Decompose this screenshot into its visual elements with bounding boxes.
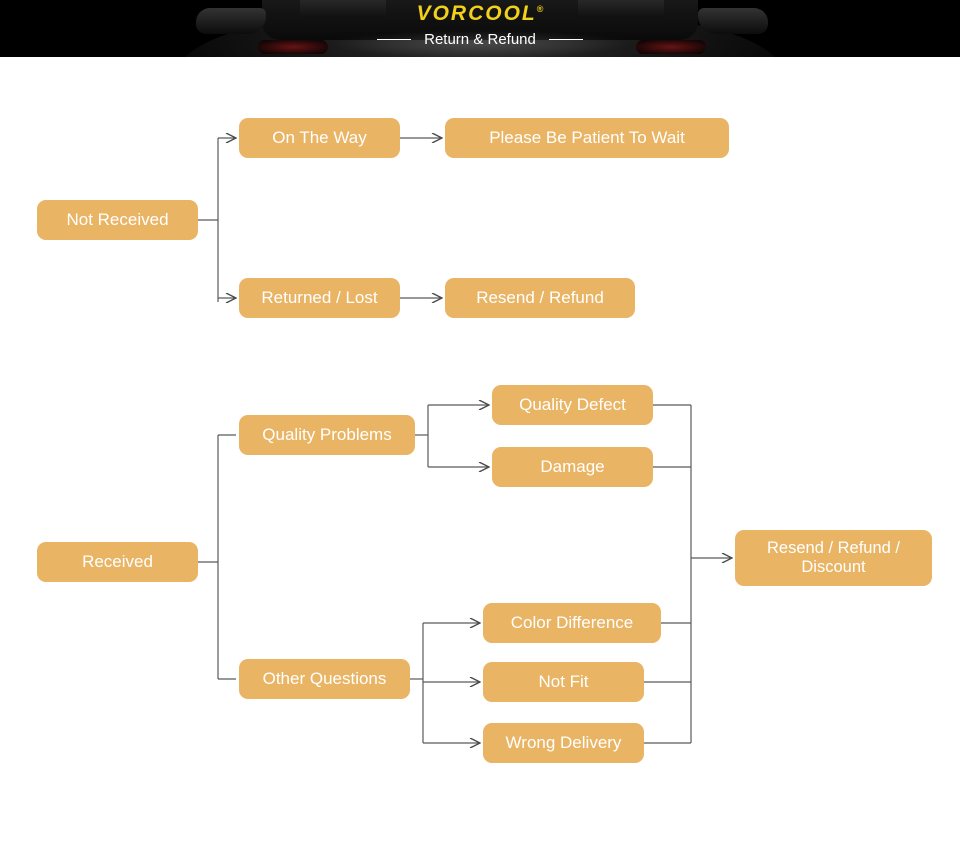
brand-logo-text: VORCOOL [416, 2, 537, 25]
subtitle-rule-left [377, 39, 412, 40]
node-received[interactable]: Received [37, 542, 198, 582]
page-subtitle-group: Return & Refund [0, 31, 960, 48]
node-wrong-delivery[interactable]: Wrong Delivery [483, 723, 644, 763]
node-returned-lost[interactable]: Returned / Lost [239, 278, 400, 318]
node-please-be-patient-to-wait[interactable]: Please Be Patient To Wait [445, 118, 729, 158]
node-quality-problems[interactable]: Quality Problems [239, 415, 415, 455]
node-other-questions[interactable]: Other Questions [239, 659, 410, 699]
page-subtitle: Return & Refund [424, 31, 536, 48]
flowchart-connectors [198, 57, 960, 864]
node-resend-refund-discount[interactable]: Resend / Refund / Discount [735, 530, 932, 586]
subtitle-rule-right [548, 39, 583, 40]
return-refund-page: VORCOOL® Return & Refund Not Received On… [0, 0, 960, 864]
node-color-difference[interactable]: Color Difference [483, 603, 661, 643]
registered-mark-icon: ® [536, 4, 544, 14]
return-refund-flowchart: Not Received On The Way Please Be Patien… [0, 57, 960, 864]
node-quality-defect[interactable]: Quality Defect [492, 385, 653, 425]
header-banner: VORCOOL® Return & Refund [0, 0, 960, 57]
brand-logo: VORCOOL® [0, 2, 960, 26]
node-resend-refund[interactable]: Resend / Refund [445, 278, 635, 318]
node-not-fit[interactable]: Not Fit [483, 662, 644, 702]
node-damage[interactable]: Damage [492, 447, 653, 487]
node-on-the-way[interactable]: On The Way [239, 118, 400, 158]
node-not-received[interactable]: Not Received [37, 200, 198, 240]
